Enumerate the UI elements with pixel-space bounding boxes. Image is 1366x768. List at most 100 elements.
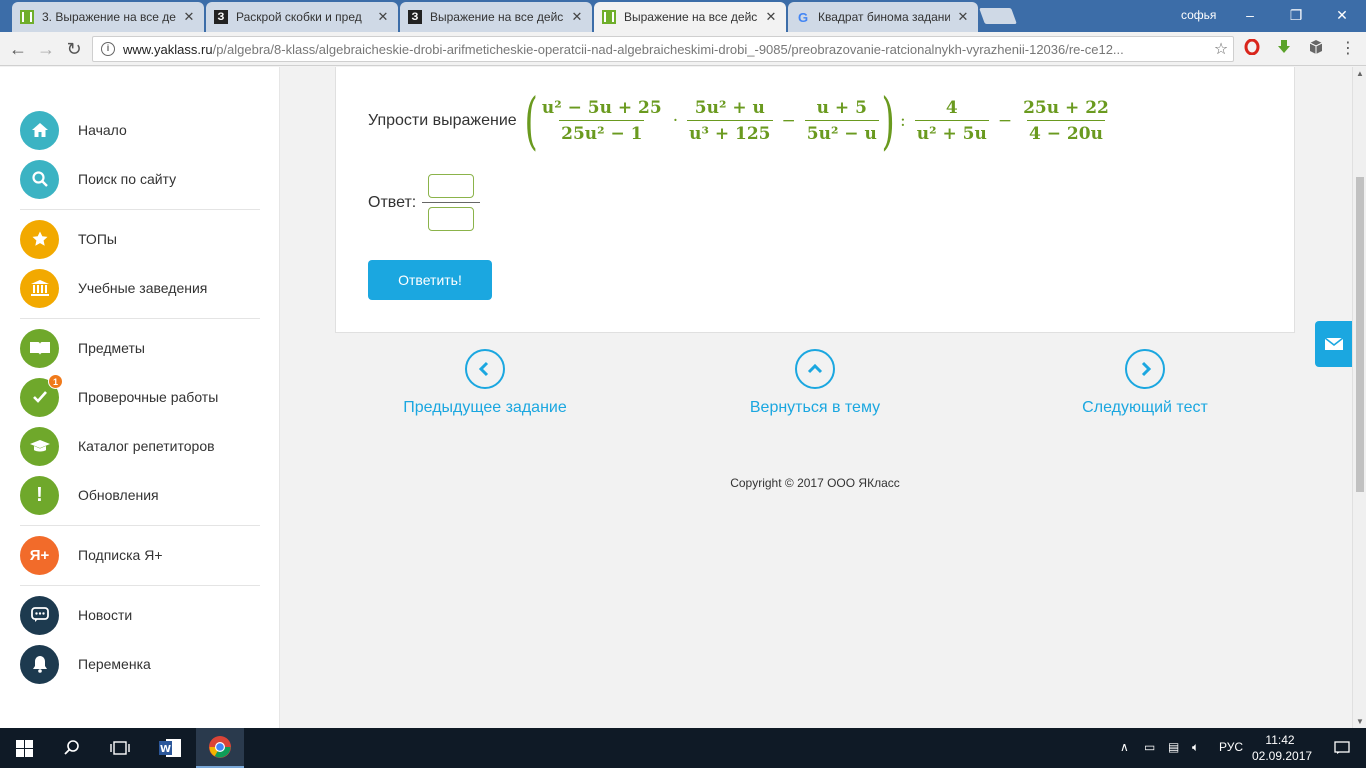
forward-arrow-icon[interactable]: →: [34, 37, 58, 61]
check-icon: 1: [20, 373, 63, 417]
address-bar[interactable]: i www.yaklass.ru/p/algebra/8-klass/algeb…: [92, 36, 1234, 62]
minimize-icon[interactable]: –: [1236, 4, 1264, 26]
system-clock[interactable]: 11:42 02.09.2017: [1252, 732, 1313, 764]
sidebar-item-break[interactable]: Переменка: [20, 644, 260, 684]
volume-icon[interactable]: 🔈︎: [1192, 740, 1199, 755]
download-extension-icon[interactable]: [1274, 39, 1294, 59]
sidebar-item-label: Переменка: [78, 656, 151, 672]
close-window-icon[interactable]: ✕: [1328, 4, 1356, 26]
browser-tab[interactable]: З Раскрой скобки и пред ✕: [206, 2, 398, 32]
cube-extension-icon[interactable]: [1306, 39, 1326, 59]
fraction: 4 u² + 5u: [914, 98, 989, 144]
page-content: Начало Поиск по сайту ТОПы Учебные завед…: [0, 67, 1352, 728]
windows-start-icon[interactable]: [0, 728, 48, 768]
notifications-icon[interactable]: [1318, 728, 1366, 768]
sidebar-item-search[interactable]: Поиск по сайту: [20, 159, 260, 199]
submit-answer-button[interactable]: Ответить!: [368, 260, 492, 300]
sidebar-item-tests[interactable]: 1 Проверочные работы: [20, 373, 260, 417]
prev-task-link[interactable]: Предыдущее задание: [355, 349, 615, 417]
opera-extension-icon[interactable]: [1242, 38, 1262, 59]
reload-icon[interactable]: ↻: [62, 37, 86, 61]
tab-title: Квадрат бинома задани: [818, 10, 950, 24]
next-test-link[interactable]: Следующий тест: [1015, 349, 1275, 417]
sidebar-item-label: Каталог репетиторов: [78, 438, 215, 454]
browser-tab[interactable]: З Выражение на все дейс ✕: [400, 2, 592, 32]
show-hidden-icons-icon[interactable]: ∧: [1120, 740, 1129, 754]
close-tab-icon[interactable]: ✕: [182, 9, 196, 25]
fraction-line: [422, 202, 481, 203]
chevron-up-icon[interactable]: [795, 349, 835, 389]
back-arrow-icon[interactable]: ←: [6, 37, 30, 61]
url-text[interactable]: www.yaklass.ru/p/algebra/8-klass/algebra…: [123, 42, 1209, 57]
new-tab-button[interactable]: [979, 8, 1017, 24]
scroll-down-icon[interactable]: ▼: [1353, 717, 1366, 726]
ya-plus-icon: Я+: [20, 535, 59, 575]
numerator: 5u² + u: [694, 98, 765, 118]
fraction: u² − 5u + 25 25u² − 1: [540, 98, 664, 144]
answer-row: Ответ:: [368, 174, 481, 231]
menu-icon[interactable]: ⋮: [1338, 39, 1358, 59]
browser-tabstrip: 3. Выражение на все де ✕ З Раскрой скобк…: [0, 0, 1366, 32]
sidebar-item-subscription[interactable]: Я+ Подписка Я+: [20, 535, 260, 575]
close-tab-icon[interactable]: ✕: [764, 9, 778, 25]
info-icon[interactable]: i: [101, 42, 115, 56]
next-test-label[interactable]: Следующий тест: [1082, 399, 1208, 417]
close-tab-icon[interactable]: ✕: [376, 9, 390, 25]
mail-icon: [1324, 337, 1343, 350]
browser-tab[interactable]: G Квадрат бинома задани ✕: [788, 2, 978, 32]
feedback-mail-button[interactable]: [1315, 321, 1352, 367]
chrome-icon[interactable]: [196, 728, 244, 768]
sidebar-item-tutors[interactable]: Каталог репетиторов: [20, 426, 260, 466]
close-tab-icon[interactable]: ✕: [570, 9, 584, 25]
page-scrollbar[interactable]: ▲ ▼: [1352, 67, 1366, 728]
institution-icon: [20, 268, 59, 308]
sidebar-item-label: Поиск по сайту: [78, 171, 177, 187]
browser-toolbar: ← → ↻ i www.yaklass.ru/p/algebra/8-klass…: [0, 32, 1366, 66]
battery-icon[interactable]: ▭: [1144, 740, 1155, 754]
browser-tab[interactable]: 3. Выражение на все де ✕: [12, 2, 204, 32]
answer-denominator-input[interactable]: [428, 207, 475, 231]
numerator: u² − 5u + 25: [541, 98, 662, 118]
scrollbar-thumb[interactable]: [1356, 177, 1364, 492]
numerator: 25u + 22: [1023, 98, 1109, 118]
task-statement: Упрости выражение ( u² − 5u + 25 25u² − …: [368, 86, 1114, 156]
sidebar-item-institutions[interactable]: Учебные заведения: [20, 268, 260, 308]
clock-date: 02.09.2017: [1252, 749, 1313, 763]
answer-label: Ответ:: [368, 193, 417, 211]
prev-task-label[interactable]: Предыдущее задание: [403, 399, 566, 417]
bookmark-star-icon[interactable]: ☆: [1209, 39, 1233, 59]
divider: [20, 585, 260, 586]
chevron-right-icon[interactable]: [1125, 349, 1165, 389]
browser-tab-active[interactable]: Выражение на все дейс ✕: [594, 2, 786, 32]
graduation-cap-icon: [20, 426, 59, 466]
network-icon[interactable]: ▤: [1168, 740, 1179, 754]
search-icon[interactable]: [48, 728, 96, 768]
sidebar-item-subjects[interactable]: Предметы: [20, 328, 260, 368]
task-view-icon[interactable]: [96, 728, 144, 768]
sidebar-item-tops[interactable]: ТОПы: [20, 219, 260, 259]
back-to-topic-label[interactable]: Вернуться в тему: [750, 399, 880, 417]
sidebar-item-home[interactable]: Начало: [20, 110, 260, 150]
divider: [20, 525, 260, 526]
sidebar-item-updates[interactable]: ! Обновления: [20, 475, 260, 515]
chevron-left-icon[interactable]: [465, 349, 505, 389]
back-to-topic-link[interactable]: Вернуться в тему: [685, 349, 945, 417]
sidebar-item-label: Новости: [78, 607, 133, 623]
sidebar-item-label: Предметы: [78, 340, 145, 356]
left-paren: (: [524, 84, 538, 157]
answer-numerator-input[interactable]: [428, 174, 475, 198]
search-icon: [20, 159, 59, 199]
sidebar-item-label: Проверочные работы: [78, 389, 219, 405]
tab-title: Раскрой скобки и пред: [236, 10, 362, 24]
divider: [20, 318, 260, 319]
profile-name[interactable]: софья: [1181, 8, 1216, 22]
scroll-up-icon[interactable]: ▲: [1353, 69, 1366, 78]
tab-title: Выражение на все дейс: [624, 10, 758, 24]
close-tab-icon[interactable]: ✕: [956, 9, 970, 25]
copyright: Copyright © 2017 ООО ЯКласс: [730, 476, 900, 490]
word-icon[interactable]: W: [146, 728, 194, 768]
restore-icon[interactable]: ❐: [1282, 4, 1310, 26]
url-host: www.yaklass.ru: [123, 41, 213, 57]
language-indicator[interactable]: РУС: [1219, 740, 1243, 754]
sidebar-item-news[interactable]: Новости: [20, 595, 260, 635]
